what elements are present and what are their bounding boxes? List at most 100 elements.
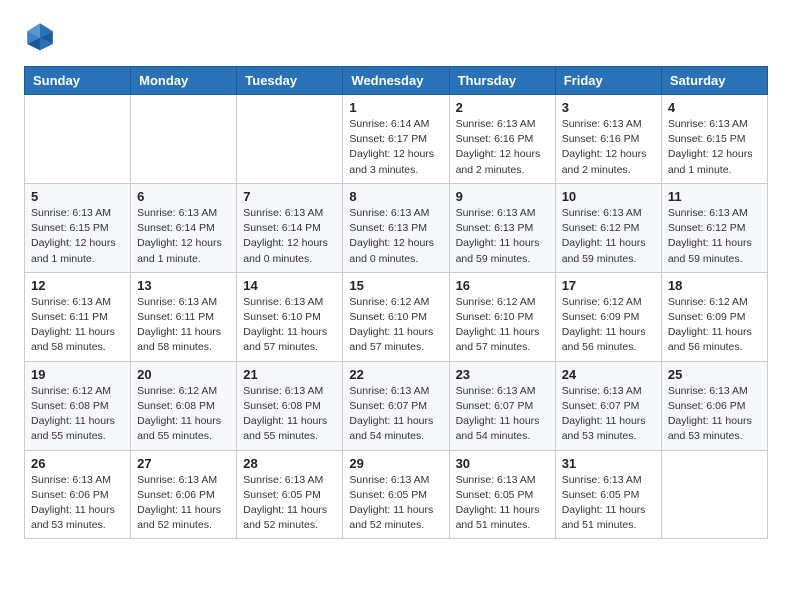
calendar-cell: 6 Sunrise: 6:13 AM Sunset: 6:14 PM Daylig… — [131, 183, 237, 272]
day-info: Sunrise: 6:13 AM Sunset: 6:05 PM Dayligh… — [456, 473, 549, 534]
day-info: Sunrise: 6:13 AM Sunset: 6:05 PM Dayligh… — [349, 473, 442, 534]
day-info: Sunrise: 6:14 AM Sunset: 6:17 PM Dayligh… — [349, 117, 442, 178]
day-info: Sunrise: 6:12 AM Sunset: 6:10 PM Dayligh… — [456, 295, 549, 356]
calendar-cell: 17Sunrise: 6:12 AM Sunset: 6:09 PM Dayli… — [555, 272, 661, 361]
calendar-cell: 5 Sunrise: 6:13 AM Sunset: 6:15 PM Daylig… — [25, 183, 131, 272]
day-number: 27 — [137, 456, 230, 471]
weekday-header-monday: Monday — [131, 67, 237, 95]
calendar-cell: 10 Sunrise: 6:13 AM Sunset: 6:12 PM Dayli… — [555, 183, 661, 272]
logo-icon — [24, 20, 56, 52]
day-number: 2 — [456, 100, 549, 115]
weekday-row: SundayMondayTuesdayWednesdayThursdayFrid… — [25, 67, 768, 95]
calendar-cell: 27 Sunrise: 6:13 AM Sunset: 6:06 PM Dayli… — [131, 450, 237, 539]
calendar-cell — [25, 95, 131, 184]
day-number: 25 — [668, 367, 761, 382]
calendar-cell: 31Sunrise: 6:13 AM Sunset: 6:05 PM Dayli… — [555, 450, 661, 539]
day-number: 7 — [243, 189, 336, 204]
day-info: Sunrise: 6:12 AM Sunset: 6:08 PM Dayligh… — [137, 384, 230, 445]
day-info: Sunrise: 6:13 AM Sunset: 6:16 PM Dayligh… — [456, 117, 549, 178]
calendar-cell: 18 Sunrise: 6:12 AM Sunset: 6:09 PM Dayli… — [661, 272, 767, 361]
weekday-header-tuesday: Tuesday — [237, 67, 343, 95]
day-number: 17 — [562, 278, 655, 293]
day-number: 20 — [137, 367, 230, 382]
day-info: Sunrise: 6:13 AM Sunset: 6:05 PM Dayligh… — [243, 473, 336, 534]
day-info: Sunrise: 6:13 AM Sunset: 6:12 PM Dayligh… — [562, 206, 655, 267]
day-number: 19 — [31, 367, 124, 382]
weekday-header-wednesday: Wednesday — [343, 67, 449, 95]
day-info: Sunrise: 6:13 AM Sunset: 6:06 PM Dayligh… — [137, 473, 230, 534]
day-info: Sunrise: 6:13 AM Sunset: 6:15 PM Dayligh… — [668, 117, 761, 178]
day-number: 13 — [137, 278, 230, 293]
day-info: Sunrise: 6:13 AM Sunset: 6:07 PM Dayligh… — [562, 384, 655, 445]
weekday-header-thursday: Thursday — [449, 67, 555, 95]
day-number: 21 — [243, 367, 336, 382]
calendar-cell: 28 Sunrise: 6:13 AM Sunset: 6:05 PM Dayli… — [237, 450, 343, 539]
calendar-cell: 7Sunrise: 6:13 AM Sunset: 6:14 PM Daylig… — [237, 183, 343, 272]
day-number: 12 — [31, 278, 124, 293]
day-number: 16 — [456, 278, 549, 293]
header — [24, 20, 768, 52]
weekday-header-friday: Friday — [555, 67, 661, 95]
day-info: Sunrise: 6:13 AM Sunset: 6:15 PM Dayligh… — [31, 206, 124, 267]
calendar-cell: 3 Sunrise: 6:13 AM Sunset: 6:16 PM Daylig… — [555, 95, 661, 184]
calendar-cell: 8Sunrise: 6:13 AM Sunset: 6:13 PM Daylig… — [343, 183, 449, 272]
day-number: 1 — [349, 100, 442, 115]
weekday-header-sunday: Sunday — [25, 67, 131, 95]
day-info: Sunrise: 6:13 AM Sunset: 6:13 PM Dayligh… — [456, 206, 549, 267]
day-info: Sunrise: 6:13 AM Sunset: 6:07 PM Dayligh… — [349, 384, 442, 445]
day-number: 23 — [456, 367, 549, 382]
day-number: 4 — [668, 100, 761, 115]
day-number: 26 — [31, 456, 124, 471]
day-number: 5 — [31, 189, 124, 204]
calendar-cell: 30 Sunrise: 6:13 AM Sunset: 6:05 PM Dayli… — [449, 450, 555, 539]
day-number: 6 — [137, 189, 230, 204]
day-number: 18 — [668, 278, 761, 293]
day-info: Sunrise: 6:13 AM Sunset: 6:14 PM Dayligh… — [137, 206, 230, 267]
calendar-cell — [131, 95, 237, 184]
day-info: Sunrise: 6:13 AM Sunset: 6:07 PM Dayligh… — [456, 384, 549, 445]
weekday-header-saturday: Saturday — [661, 67, 767, 95]
calendar-cell — [237, 95, 343, 184]
calendar-cell: 21 Sunrise: 6:13 AM Sunset: 6:08 PM Dayli… — [237, 361, 343, 450]
calendar-cell: 2 Sunrise: 6:13 AM Sunset: 6:16 PM Daylig… — [449, 95, 555, 184]
day-info: Sunrise: 6:13 AM Sunset: 6:11 PM Dayligh… — [137, 295, 230, 356]
calendar-week-5: 26 Sunrise: 6:13 AM Sunset: 6:06 PM Dayli… — [25, 450, 768, 539]
calendar-cell: 20 Sunrise: 6:12 AM Sunset: 6:08 PM Dayli… — [131, 361, 237, 450]
calendar-cell — [661, 450, 767, 539]
calendar-week-2: 5 Sunrise: 6:13 AM Sunset: 6:15 PM Daylig… — [25, 183, 768, 272]
day-number: 3 — [562, 100, 655, 115]
day-info: Sunrise: 6:13 AM Sunset: 6:06 PM Dayligh… — [31, 473, 124, 534]
day-info: Sunrise: 6:12 AM Sunset: 6:09 PM Dayligh… — [668, 295, 761, 356]
calendar-week-4: 19 Sunrise: 6:12 AM Sunset: 6:08 PM Dayli… — [25, 361, 768, 450]
calendar-cell: 11Sunrise: 6:13 AM Sunset: 6:12 PM Dayli… — [661, 183, 767, 272]
calendar-cell: 12Sunrise: 6:13 AM Sunset: 6:11 PM Dayli… — [25, 272, 131, 361]
day-number: 29 — [349, 456, 442, 471]
calendar-cell: 26 Sunrise: 6:13 AM Sunset: 6:06 PM Dayli… — [25, 450, 131, 539]
calendar-cell: 16 Sunrise: 6:12 AM Sunset: 6:10 PM Dayli… — [449, 272, 555, 361]
day-info: Sunrise: 6:13 AM Sunset: 6:12 PM Dayligh… — [668, 206, 761, 267]
calendar-cell: 19 Sunrise: 6:12 AM Sunset: 6:08 PM Dayli… — [25, 361, 131, 450]
day-info: Sunrise: 6:13 AM Sunset: 6:13 PM Dayligh… — [349, 206, 442, 267]
calendar-cell: 1 Sunrise: 6:14 AM Sunset: 6:17 PM Daylig… — [343, 95, 449, 184]
day-info: Sunrise: 6:13 AM Sunset: 6:16 PM Dayligh… — [562, 117, 655, 178]
calendar-week-1: 1 Sunrise: 6:14 AM Sunset: 6:17 PM Daylig… — [25, 95, 768, 184]
calendar-body: 1 Sunrise: 6:14 AM Sunset: 6:17 PM Daylig… — [25, 95, 768, 539]
day-number: 28 — [243, 456, 336, 471]
day-number: 31 — [562, 456, 655, 471]
day-info: Sunrise: 6:12 AM Sunset: 6:08 PM Dayligh… — [31, 384, 124, 445]
day-number: 14 — [243, 278, 336, 293]
day-number: 30 — [456, 456, 549, 471]
day-info: Sunrise: 6:12 AM Sunset: 6:10 PM Dayligh… — [349, 295, 442, 356]
day-info: Sunrise: 6:13 AM Sunset: 6:08 PM Dayligh… — [243, 384, 336, 445]
day-info: Sunrise: 6:13 AM Sunset: 6:06 PM Dayligh… — [668, 384, 761, 445]
calendar-table: SundayMondayTuesdayWednesdayThursdayFrid… — [24, 66, 768, 539]
day-info: Sunrise: 6:13 AM Sunset: 6:10 PM Dayligh… — [243, 295, 336, 356]
calendar-cell: 14 Sunrise: 6:13 AM Sunset: 6:10 PM Dayli… — [237, 272, 343, 361]
day-number: 10 — [562, 189, 655, 204]
logo — [24, 20, 58, 52]
page: SundayMondayTuesdayWednesdayThursdayFrid… — [0, 0, 792, 559]
calendar-cell: 29 Sunrise: 6:13 AM Sunset: 6:05 PM Dayli… — [343, 450, 449, 539]
day-number: 9 — [456, 189, 549, 204]
calendar-cell: 4 Sunrise: 6:13 AM Sunset: 6:15 PM Daylig… — [661, 95, 767, 184]
calendar-cell: 24Sunrise: 6:13 AM Sunset: 6:07 PM Dayli… — [555, 361, 661, 450]
